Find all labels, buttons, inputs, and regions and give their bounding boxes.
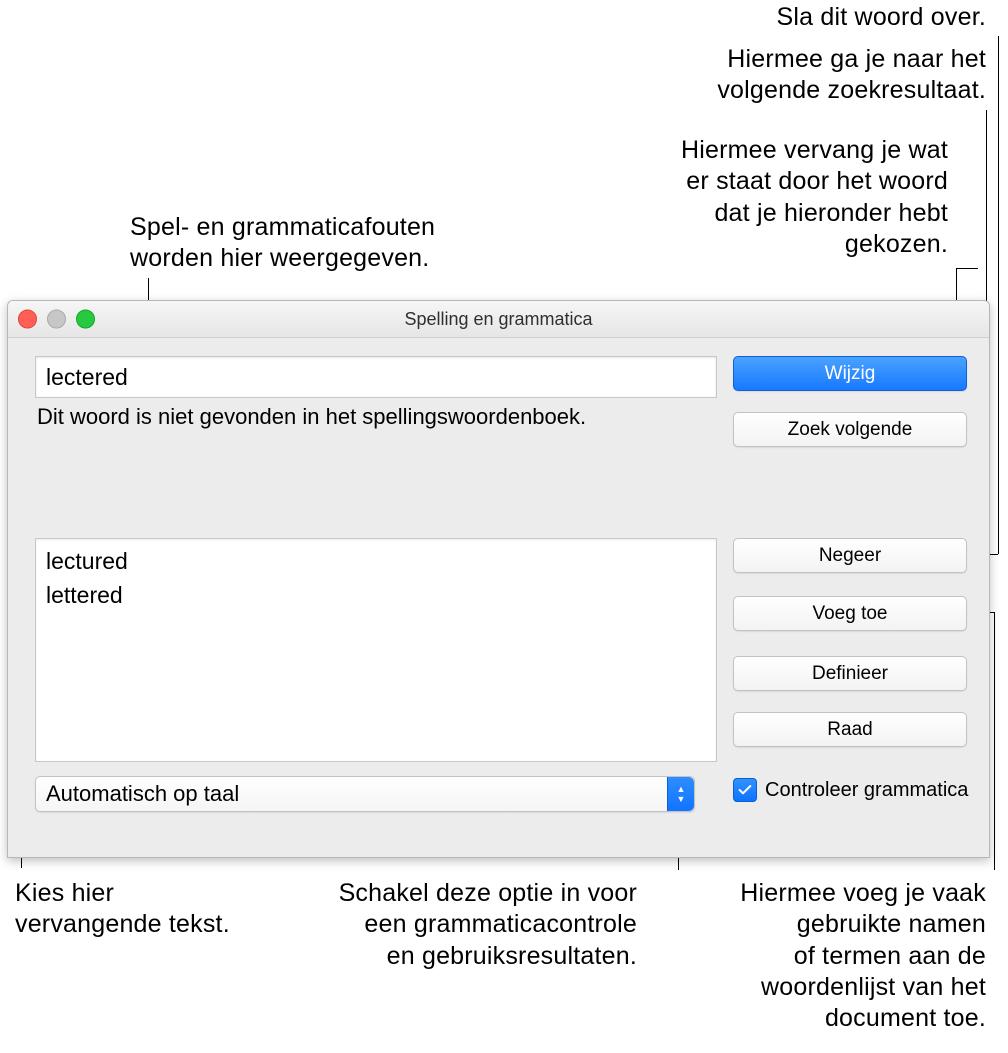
misspelled-word-text: lectered [46, 364, 128, 391]
callout-add-common: Hiermee voeg je vaak gebruikte namen of … [686, 878, 986, 1034]
minimize-icon[interactable] [47, 310, 66, 329]
suggestions-list[interactable]: lectured lettered [35, 538, 717, 762]
define-button[interactable]: Definieer [733, 656, 967, 691]
language-popup[interactable]: Automatisch op taal [35, 776, 695, 812]
language-popup-label: Automatisch op taal [36, 781, 667, 807]
guess-button-label: Raad [827, 719, 872, 741]
callout-go-next: Hiermee ga je naar het volgende zoekresu… [717, 44, 986, 107]
window-title: Spelling en grammatica [404, 309, 592, 330]
callout-enable-grammar: Schakel deze optie in voor een grammatic… [282, 878, 637, 972]
ignore-button-label: Negeer [819, 545, 881, 567]
change-button-label: Wijzig [825, 363, 876, 385]
callout-choose-replacement: Kies hier vervangende tekst. [15, 878, 230, 941]
ignore-button[interactable]: Negeer [733, 538, 967, 573]
find-next-button-label: Zoek volgende [788, 419, 913, 441]
grammar-checkbox-group[interactable]: Controleer grammatica [733, 778, 968, 802]
change-button[interactable]: Wijzig [733, 356, 967, 391]
not-found-message: Dit woord is niet gevonden in het spelli… [37, 404, 586, 430]
add-button[interactable]: Voeg toe [733, 596, 967, 631]
find-next-button[interactable]: Zoek volgende [733, 412, 967, 447]
guess-button[interactable]: Raad [733, 712, 967, 747]
checkmark-icon [737, 782, 753, 798]
callout-errors-shown: Spel- en grammaticafouten worden hier we… [130, 212, 435, 275]
zoom-icon[interactable] [76, 310, 95, 329]
titlebar: Spelling en grammatica [8, 301, 989, 338]
list-item[interactable]: lectured [46, 545, 706, 579]
chevron-updown-icon [667, 777, 694, 811]
grammar-checkbox-label: Controleer grammatica [765, 779, 968, 802]
list-item[interactable]: lettered [46, 579, 706, 613]
add-button-label: Voeg toe [812, 603, 887, 625]
misspelled-word-field[interactable]: lectered [35, 356, 717, 398]
callout-skip-word: Sla dit woord over. [777, 2, 986, 33]
grammar-checkbox[interactable] [733, 778, 757, 802]
callout-replace-word: Hiermee vervang je wat er staat door het… [681, 135, 948, 260]
spelling-window: Spelling en grammatica lectered Dit woor… [7, 300, 990, 858]
define-button-label: Definieer [812, 663, 888, 685]
close-icon[interactable] [18, 310, 37, 329]
